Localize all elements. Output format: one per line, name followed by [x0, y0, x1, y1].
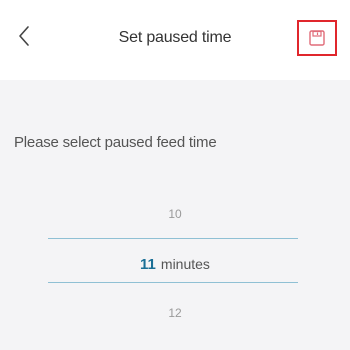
picker-divider-top	[48, 238, 298, 239]
floppy-disk-icon	[309, 30, 325, 46]
top-bar: Set paused time	[0, 0, 350, 80]
picker-divider-bottom	[48, 282, 298, 283]
picker-selected-option[interactable]: 11 minutes	[0, 256, 350, 273]
time-picker[interactable]: 10 11 minutes 12	[0, 198, 350, 338]
unit-label: minutes	[160, 256, 210, 272]
selected-value: 11	[140, 256, 156, 273]
picker-option-next[interactable]: 12	[0, 306, 350, 320]
save-button[interactable]	[297, 20, 337, 56]
instruction-text: Please select paused feed time	[14, 134, 217, 151]
picker-option-previous[interactable]: 10	[0, 207, 350, 221]
